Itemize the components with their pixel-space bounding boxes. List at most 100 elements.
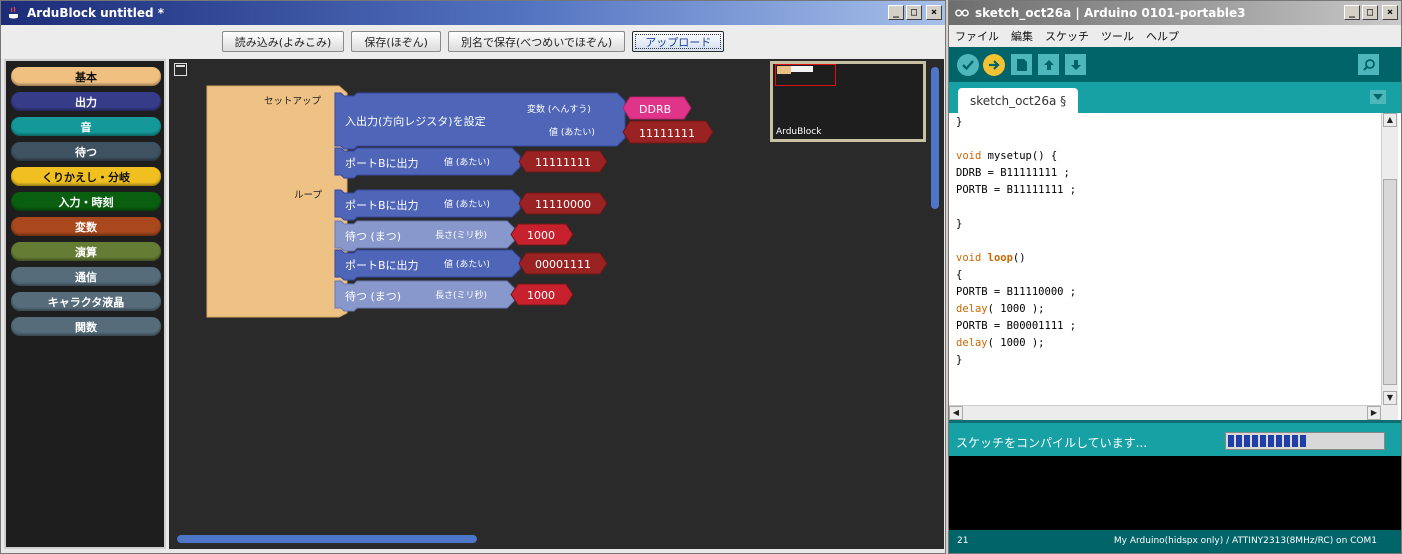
block-param-label: 値 (あたい) xyxy=(444,156,490,168)
code-line: DDRB = B11111111 ; xyxy=(956,165,1381,182)
scroll-up-icon[interactable]: ▲ xyxy=(1383,113,1397,127)
palette-category[interactable]: キャラクタ液晶 xyxy=(11,292,161,311)
code-line: void loop() xyxy=(956,250,1381,267)
scroll-left-icon[interactable]: ◀ xyxy=(949,406,963,420)
workspace-horizontal-scrollbar[interactable] xyxy=(177,534,927,544)
menu-item[interactable]: ファイル xyxy=(955,28,999,44)
code-line: void mysetup() { xyxy=(956,148,1381,165)
palette-category[interactable]: 演算 xyxy=(11,242,161,261)
arduino-toolbar xyxy=(949,47,1401,82)
code-line: PORTB = B11110000 ; xyxy=(956,284,1381,301)
pinmode-val-label: 値 (あたい) xyxy=(549,126,595,138)
scroll-thumb[interactable] xyxy=(177,535,477,543)
code-text: ( 1000 ); xyxy=(987,337,1045,349)
verify-button[interactable] xyxy=(957,53,979,76)
minimap-viewport[interactable] xyxy=(775,64,836,86)
arduino-minimize-button[interactable]: _ xyxy=(1344,5,1360,20)
loop-label: ループ xyxy=(294,190,322,201)
code-line: PORTB = B11111111 ; xyxy=(956,182,1381,199)
upload-button[interactable]: アップロード xyxy=(632,31,725,52)
editor-horizontal-scrollbar[interactable]: ◀ ▶ xyxy=(949,405,1381,420)
line-number: 21 xyxy=(957,536,969,546)
setup-label: セットアップ xyxy=(264,96,322,107)
code-line: delay( 1000 ); xyxy=(956,335,1381,352)
palette-category[interactable]: 音 xyxy=(11,117,161,136)
scroll-thumb[interactable] xyxy=(931,67,939,209)
arduino-title: sketch_oct26a | Arduino 0101-portable3 xyxy=(975,6,1246,20)
palette-category[interactable]: 関数 xyxy=(11,317,161,336)
scroll-thumb[interactable] xyxy=(1383,179,1397,385)
code-editor[interactable]: } void mysetup() { DDRB = B11111111 ; PORT… xyxy=(949,113,1381,405)
status-footer: 21 My Arduino(hidspx only) / ATTINY2313(… xyxy=(949,530,1401,553)
code-line: delay( 1000 ); xyxy=(956,301,1381,318)
code-keyword: void xyxy=(956,150,982,162)
console-output[interactable] xyxy=(949,456,1401,530)
code-text: DDRB = B11111111 ; xyxy=(956,167,1070,179)
block-param-label: 値 (あたい) xyxy=(444,198,490,210)
pinmode-label: 入出力(方向レジスタ)を設定 xyxy=(345,114,486,128)
code-text: PORTB = B11110000 ; xyxy=(956,286,1077,298)
magnifier-icon xyxy=(1362,58,1375,71)
scroll-down-icon[interactable]: ▼ xyxy=(1383,391,1397,405)
tab-sketch[interactable]: sketch_oct26a § xyxy=(958,88,1079,113)
workspace-vertical-scrollbar[interactable] xyxy=(930,67,940,531)
check-icon xyxy=(962,59,974,70)
pinmode-var-label: 変数 (へんすう) xyxy=(527,103,591,115)
new-sketch-button[interactable] xyxy=(1011,54,1032,75)
palette-category[interactable]: 出力 xyxy=(11,92,161,111)
block-param-label: 長さ(ミリ秒) xyxy=(435,289,487,301)
block-label: ポートBに出力 xyxy=(345,258,419,272)
palette-category[interactable]: くりかえし・分岐 xyxy=(11,167,161,186)
arduino-logo-icon xyxy=(955,6,969,20)
ardublock-maximize-button[interactable]: □ xyxy=(906,5,922,20)
value-text: 00001111 xyxy=(535,258,591,271)
setup-loop-block[interactable] xyxy=(206,85,348,318)
menu-item[interactable]: ヘルプ xyxy=(1146,28,1179,44)
compile-status-text: スケッチをコンパイルしています... xyxy=(956,436,1148,450)
block-label: 待つ (まつ) xyxy=(345,289,401,303)
arrow-up-icon xyxy=(1043,59,1054,70)
workspace-minimap[interactable]: ArduBlock xyxy=(770,61,926,142)
code-text: { xyxy=(956,269,963,281)
arduino-window: sketch_oct26a | Arduino 0101-portable3 _… xyxy=(948,0,1402,554)
ardublock-titlebar[interactable]: ArduBlock untitled * _ □ × xyxy=(1,1,945,25)
palette-category[interactable]: 変数 xyxy=(11,217,161,236)
menu-item[interactable]: ツール xyxy=(1101,28,1134,44)
scroll-right-icon[interactable]: ▶ xyxy=(1367,406,1381,420)
menu-item[interactable]: 編集 xyxy=(1011,28,1033,44)
block-workspace[interactable]: セットアップ ループ 入出力(方向レジスタ)を設定 変数 (へんすう) 値 (あたい) D… xyxy=(169,59,944,549)
menu-item[interactable]: スケッチ xyxy=(1045,28,1089,44)
arduino-titlebar[interactable]: sketch_oct26a | Arduino 0101-portable3 _… xyxy=(949,1,1401,25)
arduino-close-button[interactable]: × xyxy=(1382,5,1398,20)
code-text: () xyxy=(1012,252,1026,264)
code-text: } xyxy=(956,116,963,128)
arduino-maximize-button[interactable]: □ xyxy=(1362,5,1378,20)
save-sketch-button[interactable] xyxy=(1065,54,1086,75)
open-button[interactable]: 読み込み(よみこみ) xyxy=(221,31,345,52)
ardublock-close-button[interactable]: × xyxy=(926,5,942,20)
sketch-tabbar: sketch_oct26a § xyxy=(949,82,1401,113)
value-text: 1000 xyxy=(527,229,555,242)
comment-toggle-icon[interactable] xyxy=(174,63,187,76)
editor-vertical-scrollbar[interactable]: ▲ ▼ xyxy=(1381,113,1398,405)
palette-category[interactable]: 入力・時刻 xyxy=(11,192,161,211)
value-text: 11111111 xyxy=(639,127,695,140)
palette-category[interactable]: 待つ xyxy=(11,142,161,161)
save-as-button[interactable]: 別名で保存(べつめいでほぞん) xyxy=(447,31,626,52)
block-param-label: 値 (あたい) xyxy=(444,258,490,270)
board-info: My Arduino(hidspx only) / ATTINY2313(8MH… xyxy=(1113,536,1377,546)
palette-category[interactable]: 基本 xyxy=(11,67,161,86)
serial-monitor-button[interactable] xyxy=(1358,54,1379,75)
palette-category[interactable]: 通信 xyxy=(11,267,161,286)
status-area: スケッチをコンパイルしています... xyxy=(949,420,1401,456)
open-sketch-button[interactable] xyxy=(1038,54,1059,75)
ardublock-minimize-button[interactable]: _ xyxy=(888,5,904,20)
upload-sketch-button[interactable] xyxy=(983,53,1005,76)
code-line: } xyxy=(956,114,1381,131)
tab-menu-button[interactable] xyxy=(1370,90,1386,104)
code-keyword: void xyxy=(956,252,982,264)
save-button[interactable]: 保存(ほぞん) xyxy=(351,31,441,52)
scroll-corner xyxy=(1381,405,1398,420)
